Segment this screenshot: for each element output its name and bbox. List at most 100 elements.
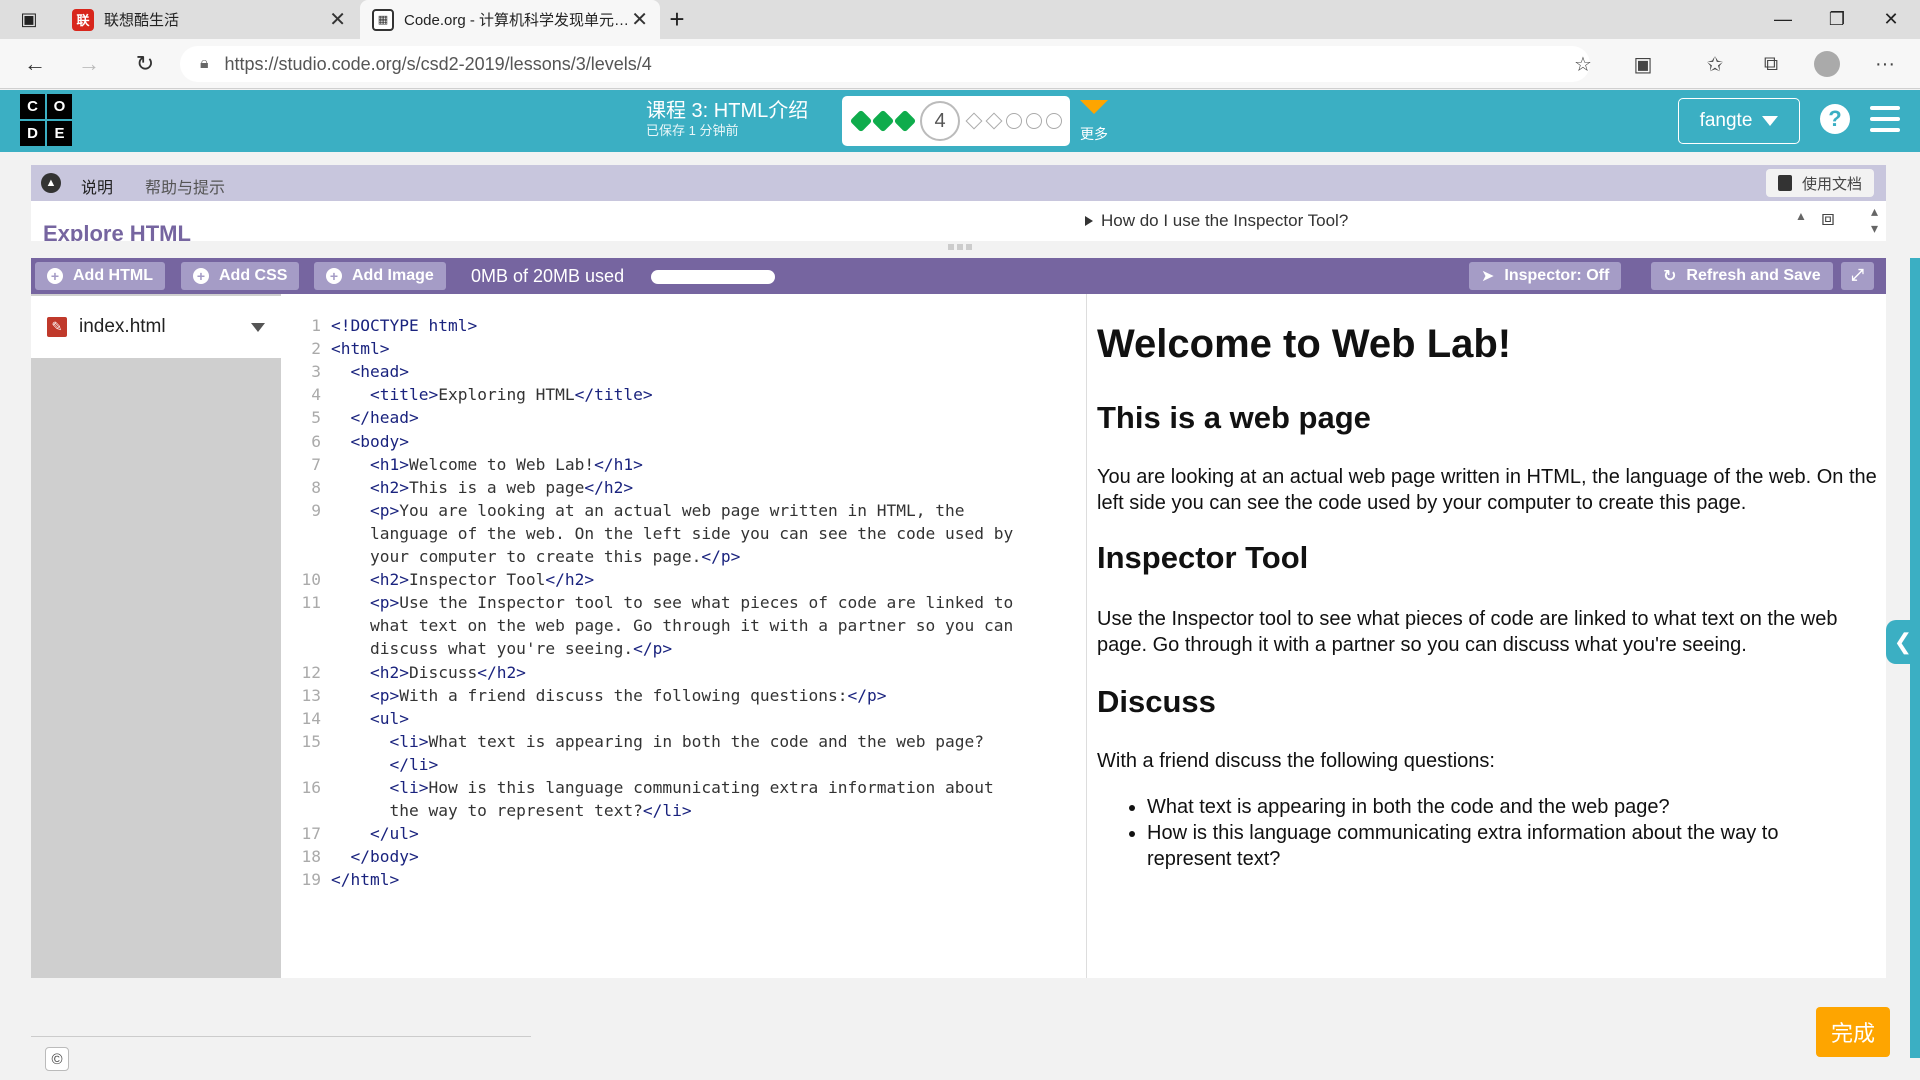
code-line[interactable]: 10 <h2>Inspector Tool</h2> bbox=[281, 570, 595, 593]
collections-icon[interactable]: ⧉ bbox=[1756, 49, 1786, 79]
level-bubble-icon[interactable] bbox=[1006, 113, 1022, 129]
more-options-icon[interactable]: ··· bbox=[1870, 49, 1900, 79]
code-line[interactable]: the way to represent text?</li> bbox=[281, 801, 691, 824]
lesson-title[interactable]: 课程 3: HTML介绍 bbox=[646, 94, 808, 123]
reload-icon[interactable]: ↻ bbox=[130, 49, 160, 79]
help-icon[interactable]: ? bbox=[1820, 104, 1850, 134]
level-done-icon[interactable] bbox=[871, 109, 895, 133]
resize-handle[interactable] bbox=[948, 244, 972, 250]
line-number: 16 bbox=[301, 778, 322, 797]
file-item[interactable]: ✎ index.html bbox=[31, 296, 281, 358]
code-line[interactable]: 7 <h1>Welcome to Web Lab!</h1> bbox=[281, 455, 643, 478]
resize-arrows-icon[interactable]: ▴ ▾ bbox=[1871, 203, 1878, 237]
code-line[interactable]: your computer to create this page.</p> bbox=[281, 547, 740, 570]
expand-panel-chevron-icon[interactable]: ❮ bbox=[1886, 620, 1920, 664]
code-line[interactable]: 16 <li>How is this language communicatin… bbox=[281, 778, 994, 801]
inspector-toggle-button[interactable]: ➤ Inspector: Off bbox=[1469, 262, 1622, 290]
collapse-icon[interactable]: ▲ bbox=[41, 173, 61, 193]
profile-avatar-icon[interactable] bbox=[1812, 49, 1842, 79]
tab-help-tips[interactable]: 帮助与提示 bbox=[145, 174, 225, 198]
code-line[interactable]: 15 <li>What text is appearing in both th… bbox=[281, 732, 984, 755]
line-number: 14 bbox=[301, 708, 322, 728]
code-line[interactable]: 2 <html> bbox=[281, 339, 389, 362]
code-line[interactable]: 3 <head> bbox=[281, 362, 409, 385]
browser-tab-lenovo[interactable]: 联 联想酷生活 ✕ bbox=[58, 0, 358, 39]
level-diamond-icon[interactable] bbox=[965, 112, 983, 130]
inspector-help-toggle[interactable]: How do I use the Inspector Tool? bbox=[1085, 211, 1348, 231]
close-tab-icon[interactable]: ✕ bbox=[329, 7, 346, 32]
line-number: 11 bbox=[301, 593, 322, 613]
weblab-toolbar: + Add HTML + Add CSS + Add Image 0MB of 20M… bbox=[31, 258, 1886, 294]
code-line[interactable]: what text on the web page. Go through it… bbox=[281, 616, 1013, 639]
back-icon[interactable]: ← bbox=[20, 49, 50, 79]
favorites-icon[interactable]: ✩ bbox=[1700, 49, 1730, 79]
code-line[interactable]: 1 <!DOCTYPE html> bbox=[281, 316, 477, 339]
tab-actions-icon[interactable]: ▣ bbox=[0, 0, 58, 39]
text-to-speech-icon[interactable]: ⧈ bbox=[1821, 205, 1835, 231]
instructions-heading: Explore HTML bbox=[43, 221, 191, 241]
code-line[interactable]: 17 </ul> bbox=[281, 824, 419, 847]
code-line[interactable]: 8 <h2>This is a web page</h2> bbox=[281, 478, 633, 501]
code-line[interactable]: 13 <p>With a friend discuss the followin… bbox=[281, 686, 887, 709]
code-line[interactable]: language of the web. On the left side yo… bbox=[281, 524, 1013, 547]
level-done-icon[interactable] bbox=[849, 109, 873, 133]
forward-icon[interactable]: → bbox=[74, 49, 104, 79]
code-line[interactable]: 5 </head> bbox=[281, 408, 418, 431]
code-line[interactable]: discuss what you're seeing.</p> bbox=[281, 639, 672, 662]
browser-tab-codeorg[interactable]: ▦ Code.org - 计算机科学发现单元… ✕ bbox=[360, 0, 660, 39]
line-number: 1 bbox=[311, 316, 321, 335]
add-css-button[interactable]: + Add CSS bbox=[181, 262, 300, 290]
codeorg-logo[interactable]: C O D E bbox=[20, 94, 72, 146]
level-bubble-icon[interactable] bbox=[1026, 113, 1042, 129]
refresh-save-button[interactable]: ↻ Refresh and Save bbox=[1651, 262, 1833, 290]
file-dropdown-icon[interactable] bbox=[251, 322, 265, 332]
code-tag: <head> bbox=[350, 362, 409, 382]
code-line[interactable]: 14 <ul> bbox=[281, 709, 409, 732]
code-line[interactable]: </li> bbox=[281, 755, 438, 778]
documentation-button[interactable]: 使用文档 bbox=[1765, 169, 1874, 197]
hamburger-menu-icon[interactable] bbox=[1870, 106, 1900, 132]
code-line[interactable]: 6 <body> bbox=[281, 432, 409, 455]
more-label[interactable]: 更多 bbox=[1080, 124, 1108, 144]
user-menu-button[interactable]: fangte bbox=[1678, 98, 1800, 144]
fullscreen-icon[interactable]: ⤢ bbox=[1841, 262, 1874, 290]
code-tag: <html> bbox=[331, 339, 390, 359]
code-line[interactable]: 11 <p>Use the Inspector tool to see what… bbox=[281, 593, 1014, 616]
level-diamond-icon[interactable] bbox=[985, 112, 1003, 130]
scroll-up-icon[interactable]: ▲ bbox=[1795, 209, 1807, 223]
add-image-button[interactable]: + Add Image bbox=[314, 262, 446, 290]
new-tab-icon[interactable]: + bbox=[648, 0, 706, 39]
restore-icon[interactable]: ❐ bbox=[1808, 0, 1866, 39]
code-text: This is a web page bbox=[408, 477, 585, 497]
window-close-icon[interactable]: ✕ bbox=[1862, 0, 1920, 39]
current-level[interactable]: 4 bbox=[920, 101, 960, 141]
code-line[interactable]: 19 </html> bbox=[281, 870, 400, 893]
code-tag: <h1> bbox=[369, 454, 409, 474]
code-line[interactable]: 12 <h2>Discuss</h2> bbox=[281, 663, 526, 686]
code-tag: </p> bbox=[847, 685, 887, 705]
finish-button[interactable]: 完成 bbox=[1816, 1007, 1890, 1057]
code-line[interactable]: 4 <title>Exploring HTML</title> bbox=[281, 385, 652, 408]
documentation-label: 使用文档 bbox=[1801, 175, 1862, 193]
code-tag: </p> bbox=[701, 547, 741, 566]
more-arrow-icon[interactable] bbox=[1080, 100, 1108, 114]
extension-icon[interactable]: ▣ bbox=[1628, 49, 1658, 79]
line-number: 12 bbox=[301, 662, 322, 682]
address-bar[interactable]: 🔒︎ https://studio.code.org/s/csd2-2019/l… bbox=[180, 46, 1590, 82]
add-html-button[interactable]: + Add HTML bbox=[35, 262, 165, 290]
minimize-icon[interactable]: — bbox=[1754, 0, 1812, 39]
close-tab-icon[interactable]: ✕ bbox=[631, 7, 648, 32]
level-done-icon[interactable] bbox=[893, 109, 917, 133]
preview-question-list: What text is appearing in both the code … bbox=[1147, 794, 1867, 872]
line-number: 7 bbox=[311, 454, 321, 474]
list-item: How is this language communicating extra… bbox=[1147, 820, 1867, 872]
copyright-icon[interactable]: © bbox=[45, 1047, 69, 1071]
add-favorite-icon[interactable]: ☆ bbox=[1568, 49, 1598, 79]
code-line[interactable]: 9 <p>You are looking at an actual web pa… bbox=[281, 501, 964, 524]
code-editor[interactable]: 1 <!DOCTYPE html> 2 <html> 3 <head> 4 <title>… bbox=[281, 294, 1086, 978]
level-bubble-icon[interactable] bbox=[1046, 113, 1062, 129]
code-line[interactable]: 18 </body> bbox=[281, 847, 419, 870]
expand-triangle-icon bbox=[1085, 216, 1093, 226]
